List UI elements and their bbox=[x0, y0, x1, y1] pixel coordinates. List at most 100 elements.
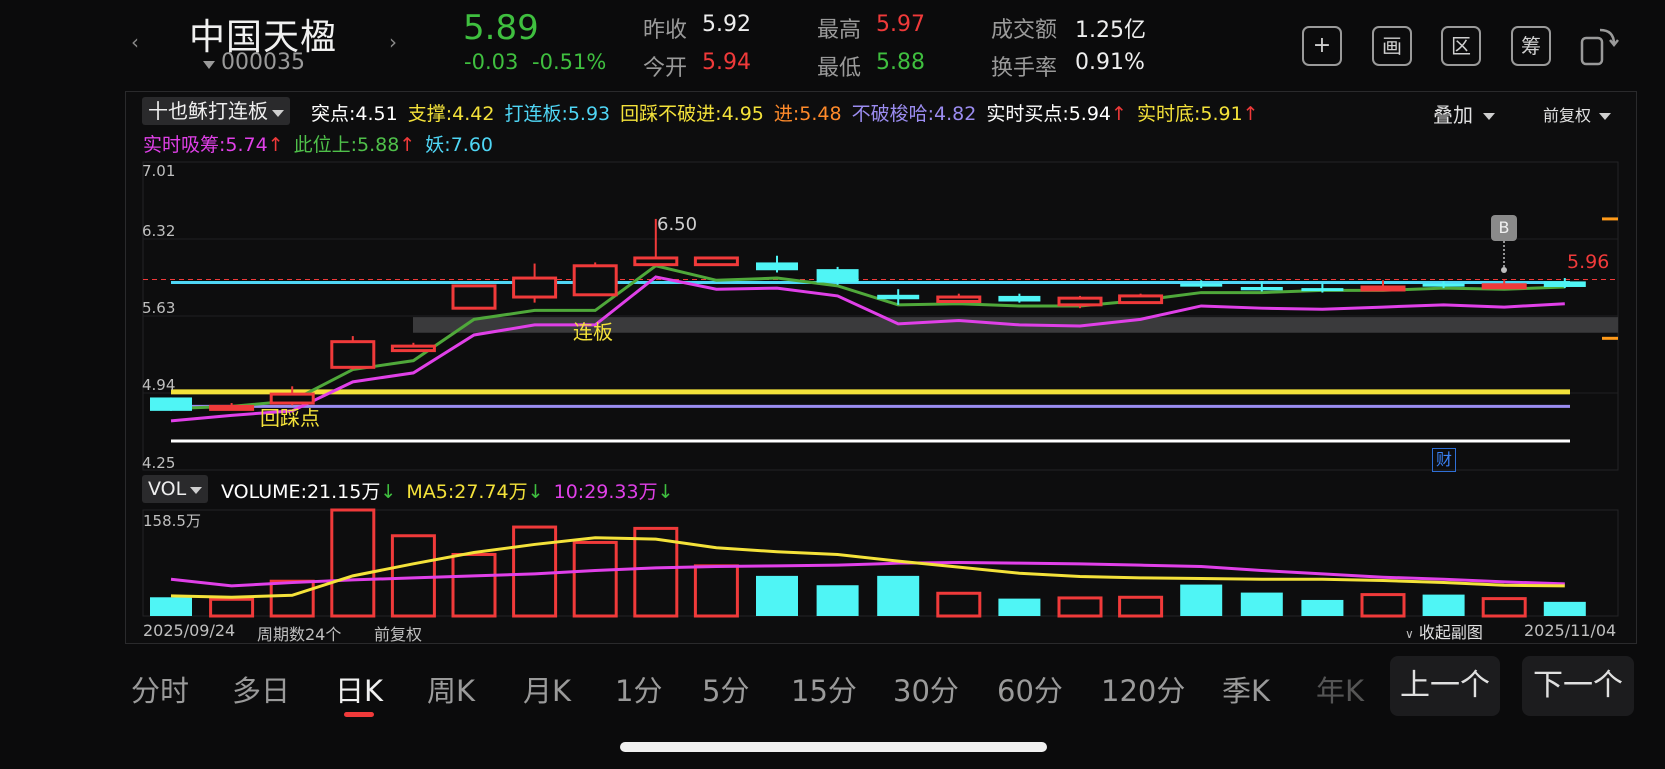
huicai-label: 回踩点 bbox=[260, 406, 320, 430]
candle-body bbox=[1481, 283, 1527, 290]
volume-bar bbox=[330, 508, 376, 618]
volume-bar bbox=[1301, 599, 1344, 616]
volume-bar bbox=[209, 597, 255, 618]
period-count: 周期数24个 bbox=[257, 625, 342, 644]
tab-fenshi[interactable]: 分时 bbox=[131, 668, 189, 710]
candle-body bbox=[451, 284, 497, 310]
high-price-annotation: 6.50 bbox=[657, 214, 698, 235]
ma5-label: MA5: bbox=[406, 481, 455, 503]
price-chart[interactable] bbox=[0, 0, 1665, 769]
y-tick-label: 4.25 bbox=[142, 454, 176, 472]
volume-bar bbox=[816, 585, 859, 616]
volume-bar bbox=[756, 575, 798, 616]
y-tick-label: 4.94 bbox=[142, 376, 176, 394]
candle-body bbox=[572, 264, 618, 297]
finance-badge[interactable]: 财 bbox=[1432, 448, 1456, 472]
candle-body bbox=[936, 295, 982, 303]
candle-body bbox=[1543, 281, 1586, 287]
volume-bar bbox=[1240, 592, 1283, 616]
volume-bar bbox=[269, 579, 315, 618]
volume-max-label: 158.5万 bbox=[143, 512, 201, 530]
candle-body bbox=[1360, 285, 1406, 292]
volume-label: VOLUME: bbox=[221, 481, 307, 503]
tab-duori[interactable]: 多日 bbox=[232, 668, 290, 710]
volume-bar bbox=[998, 598, 1041, 616]
y-tick-label: 5.63 bbox=[142, 299, 176, 317]
arrow-down-icon: ↓ bbox=[657, 481, 674, 503]
volume-bar bbox=[1118, 595, 1164, 618]
chevron-down-icon bbox=[190, 487, 203, 494]
candle-body bbox=[1118, 294, 1164, 305]
candle-body bbox=[1422, 283, 1465, 287]
candle-body bbox=[756, 262, 798, 271]
magenta-line bbox=[170, 275, 1565, 423]
tab-yearly-k[interactable]: 年K bbox=[1316, 668, 1364, 710]
arrow-down-icon: ↓ bbox=[380, 481, 397, 503]
volume-value: 21.15万 bbox=[306, 481, 381, 503]
tab-60min[interactable]: 60分 bbox=[997, 668, 1063, 710]
arrow-down-icon: ↓ bbox=[527, 481, 544, 503]
volume-bar bbox=[390, 534, 436, 618]
candle-body bbox=[1057, 296, 1103, 307]
collapse-label: 收起副图 bbox=[1418, 623, 1483, 642]
current-price-tag: 5.96 bbox=[1567, 251, 1610, 273]
candle-body bbox=[1240, 286, 1283, 291]
next-stock-button[interactable]: 下一个 bbox=[1522, 656, 1634, 716]
volume-ma10-line bbox=[170, 560, 1565, 588]
tab-quarterly-k[interactable]: 季K bbox=[1222, 668, 1270, 710]
volume-selector-label: VOL bbox=[148, 478, 187, 500]
ma10-label: 10: bbox=[553, 481, 585, 503]
green-line bbox=[170, 264, 1565, 411]
active-tab-indicator bbox=[344, 712, 374, 717]
volume-bar bbox=[877, 575, 920, 616]
adjust-mode: 前复权 bbox=[374, 625, 423, 644]
volume-legend: VOLUME:21.15万↓ MA5:27.74万↓ 10:29.33万↓ bbox=[221, 477, 674, 504]
candle-body bbox=[1180, 283, 1223, 287]
volume-bar bbox=[451, 552, 497, 618]
volume-bar bbox=[572, 540, 618, 618]
volume-bar bbox=[936, 591, 982, 618]
home-indicator[interactable] bbox=[620, 742, 1047, 752]
volume-bar bbox=[512, 525, 558, 618]
candle-body bbox=[1301, 288, 1344, 292]
tab-120min[interactable]: 120分 bbox=[1101, 668, 1185, 710]
volume-bar bbox=[1422, 594, 1465, 616]
chevron-down-icon: ∨ bbox=[1405, 627, 1414, 641]
volume-ma5-line bbox=[170, 536, 1565, 599]
tab-15min[interactable]: 15分 bbox=[791, 668, 857, 710]
volume-selector[interactable]: VOL bbox=[142, 475, 209, 503]
volume-bar bbox=[693, 564, 739, 618]
candle-body bbox=[330, 340, 376, 369]
candle-body bbox=[816, 269, 859, 283]
volume-bar bbox=[1360, 593, 1406, 618]
tab-30min[interactable]: 30分 bbox=[893, 668, 959, 710]
candle-body bbox=[998, 295, 1041, 302]
volume-bar bbox=[1180, 584, 1223, 616]
y-tick-label: 6.32 bbox=[142, 222, 176, 240]
volume-bar bbox=[1543, 601, 1586, 616]
y-tick-label: 7.01 bbox=[142, 162, 176, 180]
volume-bar bbox=[150, 597, 192, 616]
collapse-subchart-button[interactable]: ∨ 收起副图 bbox=[1405, 619, 1483, 643]
lianban-label: 连板 bbox=[573, 320, 613, 344]
candle-body bbox=[633, 256, 679, 267]
candle-body bbox=[390, 344, 436, 353]
buy-point-badge[interactable]: B bbox=[1491, 215, 1517, 241]
tab-monthly-k[interactable]: 月K bbox=[523, 668, 571, 710]
start-date: 2025/09/24 bbox=[143, 621, 236, 640]
prev-stock-button[interactable]: 上一个 bbox=[1390, 656, 1500, 716]
ma5-value: 27.74万 bbox=[454, 481, 528, 503]
end-date: 2025/11/04 bbox=[1524, 621, 1617, 640]
volume-bar bbox=[1057, 596, 1103, 618]
candle-body bbox=[877, 294, 920, 300]
tab-5min[interactable]: 5分 bbox=[702, 668, 749, 710]
ma10-value: 29.33万 bbox=[584, 481, 658, 503]
candle-body bbox=[693, 256, 739, 267]
tab-weekly-k[interactable]: 周K bbox=[427, 668, 475, 710]
candle-body bbox=[209, 404, 255, 411]
candle-body bbox=[150, 397, 192, 411]
candle-body bbox=[512, 276, 558, 299]
tab-1min[interactable]: 1分 bbox=[615, 668, 662, 710]
tab-daily-k[interactable]: 日K bbox=[335, 668, 383, 710]
volume-bar bbox=[1481, 597, 1527, 618]
